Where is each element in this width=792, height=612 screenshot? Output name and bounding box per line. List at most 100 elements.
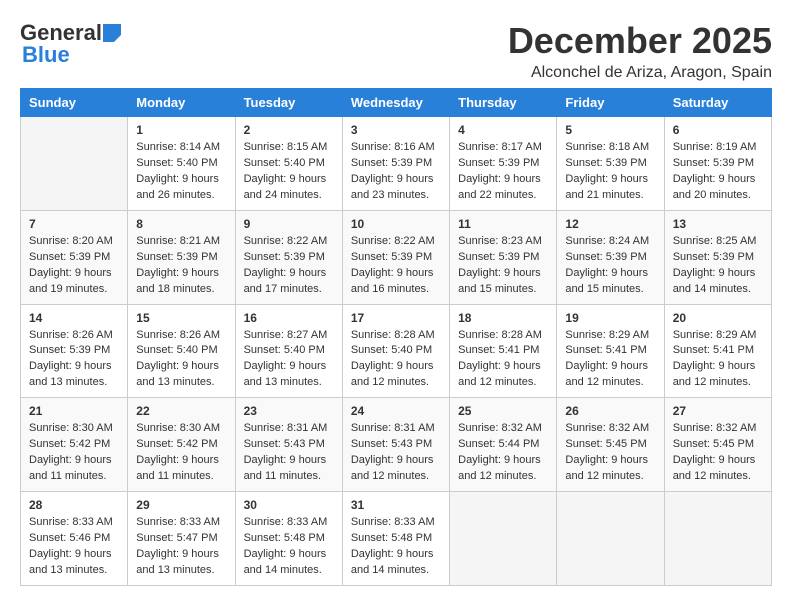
day-number: 7 — [29, 217, 119, 231]
day-number: 21 — [29, 404, 119, 418]
calendar-cell: 15 Sunrise: 8:26 AMSunset: 5:40 PMDayligh… — [128, 304, 235, 398]
calendar-cell: 10 Sunrise: 8:22 AMSunset: 5:39 PMDayligh… — [342, 210, 449, 304]
title-block: December 2025 Alconchel de Ariza, Aragon… — [508, 20, 772, 82]
day-info: Sunrise: 8:30 AMSunset: 5:42 PMDaylight:… — [136, 421, 226, 485]
calendar-cell: 23Sunrise: 8:31 AMSunset: 5:43 PMDayligh… — [235, 398, 342, 492]
day-info: Sunrise: 8:32 AMSunset: 5:44 PMDaylight:… — [458, 421, 548, 485]
calendar-cell: 28Sunrise: 8:33 AMSunset: 5:46 PMDayligh… — [21, 492, 128, 586]
calendar-header-row: SundayMondayTuesdayWednesdayThursdayFrid… — [21, 89, 772, 117]
day-number: 12 — [565, 217, 655, 231]
calendar-cell — [664, 492, 771, 586]
calendar-week-row: 7 Sunrise: 8:20 AMSunset: 5:39 PMDaylight… — [21, 210, 772, 304]
day-info: Sunrise: 8:29 AMSunset: 5:41 PMDaylight:… — [565, 328, 655, 392]
day-number: 25 — [458, 404, 548, 418]
calendar-cell: 22 Sunrise: 8:30 AMSunset: 5:42 PMDayligh… — [128, 398, 235, 492]
day-number: 17 — [351, 311, 441, 325]
calendar-cell: 13Sunrise: 8:25 AMSunset: 5:39 PMDayligh… — [664, 210, 771, 304]
calendar-cell: 12 Sunrise: 8:24 AMSunset: 5:39 PMDayligh… — [557, 210, 664, 304]
day-info: Sunrise: 8:33 AMSunset: 5:47 PMDaylight:… — [136, 515, 226, 579]
day-number: 28 — [29, 498, 119, 512]
calendar-cell — [557, 492, 664, 586]
calendar-cell: 3Sunrise: 8:16 AMSunset: 5:39 PMDaylight… — [342, 117, 449, 211]
day-number: 18 — [458, 311, 548, 325]
column-header-wednesday: Wednesday — [342, 89, 449, 117]
calendar-cell: 14 Sunrise: 8:26 AMSunset: 5:39 PMDayligh… — [21, 304, 128, 398]
day-number: 22 — [136, 404, 226, 418]
day-number: 30 — [244, 498, 334, 512]
logo-icon — [103, 24, 121, 42]
calendar-cell: 8 Sunrise: 8:21 AMSunset: 5:39 PMDaylight… — [128, 210, 235, 304]
day-number: 20 — [673, 311, 763, 325]
calendar-cell: 2Sunrise: 8:15 AMSunset: 5:40 PMDaylight… — [235, 117, 342, 211]
day-number: 19 — [565, 311, 655, 325]
logo: General Blue — [20, 20, 122, 68]
day-number: 11 — [458, 217, 548, 231]
day-info: Sunrise: 8:29 AMSunset: 5:41 PMDaylight:… — [673, 328, 763, 392]
calendar-cell: 18Sunrise: 8:28 AMSunset: 5:41 PMDayligh… — [450, 304, 557, 398]
column-header-sunday: Sunday — [21, 89, 128, 117]
day-number: 5 — [565, 123, 655, 137]
day-number: 26 — [565, 404, 655, 418]
day-info: Sunrise: 8:26 AMSunset: 5:39 PMDaylight:… — [29, 328, 119, 392]
column-header-thursday: Thursday — [450, 89, 557, 117]
day-info: Sunrise: 8:17 AMSunset: 5:39 PMDaylight:… — [458, 140, 548, 204]
day-info: Sunrise: 8:33 AMSunset: 5:48 PMDaylight:… — [244, 515, 334, 579]
day-info: Sunrise: 8:31 AMSunset: 5:43 PMDaylight:… — [244, 421, 334, 485]
column-header-saturday: Saturday — [664, 89, 771, 117]
day-number: 14 — [29, 311, 119, 325]
day-number: 9 — [244, 217, 334, 231]
calendar-cell: 24Sunrise: 8:31 AMSunset: 5:43 PMDayligh… — [342, 398, 449, 492]
calendar-cell: 6 Sunrise: 8:19 AMSunset: 5:39 PMDaylight… — [664, 117, 771, 211]
calendar-cell: 1 Sunrise: 8:14 AMSunset: 5:40 PMDaylight… — [128, 117, 235, 211]
day-info: Sunrise: 8:19 AMSunset: 5:39 PMDaylight:… — [673, 140, 763, 204]
day-number: 15 — [136, 311, 226, 325]
calendar-cell: 31 Sunrise: 8:33 AMSunset: 5:48 PMDayligh… — [342, 492, 449, 586]
day-info: Sunrise: 8:33 AMSunset: 5:48 PMDaylight:… — [351, 515, 441, 579]
day-info: Sunrise: 8:26 AMSunset: 5:40 PMDaylight:… — [136, 328, 226, 392]
calendar-table: SundayMondayTuesdayWednesdayThursdayFrid… — [20, 88, 772, 586]
day-number: 8 — [136, 217, 226, 231]
day-info: Sunrise: 8:22 AMSunset: 5:39 PMDaylight:… — [351, 234, 441, 298]
day-info: Sunrise: 8:25 AMSunset: 5:39 PMDaylight:… — [673, 234, 763, 298]
day-number: 6 — [673, 123, 763, 137]
calendar-cell: 7 Sunrise: 8:20 AMSunset: 5:39 PMDaylight… — [21, 210, 128, 304]
calendar-cell: 19 Sunrise: 8:29 AMSunset: 5:41 PMDayligh… — [557, 304, 664, 398]
location-title: Alconchel de Ariza, Aragon, Spain — [508, 64, 772, 82]
column-header-friday: Friday — [557, 89, 664, 117]
column-header-monday: Monday — [128, 89, 235, 117]
day-number: 27 — [673, 404, 763, 418]
calendar-cell: 5 Sunrise: 8:18 AMSunset: 5:39 PMDaylight… — [557, 117, 664, 211]
day-info: Sunrise: 8:30 AMSunset: 5:42 PMDaylight:… — [29, 421, 119, 485]
calendar-cell: 16 Sunrise: 8:27 AMSunset: 5:40 PMDayligh… — [235, 304, 342, 398]
day-info: Sunrise: 8:20 AMSunset: 5:39 PMDaylight:… — [29, 234, 119, 298]
calendar-cell — [21, 117, 128, 211]
day-info: Sunrise: 8:21 AMSunset: 5:39 PMDaylight:… — [136, 234, 226, 298]
calendar-cell: 11Sunrise: 8:23 AMSunset: 5:39 PMDayligh… — [450, 210, 557, 304]
day-number: 2 — [244, 123, 334, 137]
day-number: 16 — [244, 311, 334, 325]
day-info: Sunrise: 8:27 AMSunset: 5:40 PMDaylight:… — [244, 328, 334, 392]
month-title: December 2025 — [508, 20, 772, 62]
day-number: 10 — [351, 217, 441, 231]
calendar-cell: 25 Sunrise: 8:32 AMSunset: 5:44 PMDayligh… — [450, 398, 557, 492]
calendar-cell: 4Sunrise: 8:17 AMSunset: 5:39 PMDaylight… — [450, 117, 557, 211]
calendar-cell: 29 Sunrise: 8:33 AMSunset: 5:47 PMDayligh… — [128, 492, 235, 586]
day-info: Sunrise: 8:22 AMSunset: 5:39 PMDaylight:… — [244, 234, 334, 298]
day-info: Sunrise: 8:16 AMSunset: 5:39 PMDaylight:… — [351, 140, 441, 204]
calendar-cell: 20 Sunrise: 8:29 AMSunset: 5:41 PMDayligh… — [664, 304, 771, 398]
day-info: Sunrise: 8:24 AMSunset: 5:39 PMDaylight:… — [565, 234, 655, 298]
calendar-cell: 21 Sunrise: 8:30 AMSunset: 5:42 PMDayligh… — [21, 398, 128, 492]
day-info: Sunrise: 8:14 AMSunset: 5:40 PMDaylight:… — [136, 140, 226, 204]
day-number: 29 — [136, 498, 226, 512]
column-header-tuesday: Tuesday — [235, 89, 342, 117]
calendar-cell: 17 Sunrise: 8:28 AMSunset: 5:40 PMDayligh… — [342, 304, 449, 398]
day-info: Sunrise: 8:18 AMSunset: 5:39 PMDaylight:… — [565, 140, 655, 204]
calendar-cell: 26Sunrise: 8:32 AMSunset: 5:45 PMDayligh… — [557, 398, 664, 492]
page-header: General Blue December 2025 Alconchel de … — [20, 20, 772, 82]
day-number: 24 — [351, 404, 441, 418]
calendar-cell: 27Sunrise: 8:32 AMSunset: 5:45 PMDayligh… — [664, 398, 771, 492]
day-number: 1 — [136, 123, 226, 137]
day-number: 31 — [351, 498, 441, 512]
calendar-cell: 9 Sunrise: 8:22 AMSunset: 5:39 PMDaylight… — [235, 210, 342, 304]
day-info: Sunrise: 8:28 AMSunset: 5:40 PMDaylight:… — [351, 328, 441, 392]
